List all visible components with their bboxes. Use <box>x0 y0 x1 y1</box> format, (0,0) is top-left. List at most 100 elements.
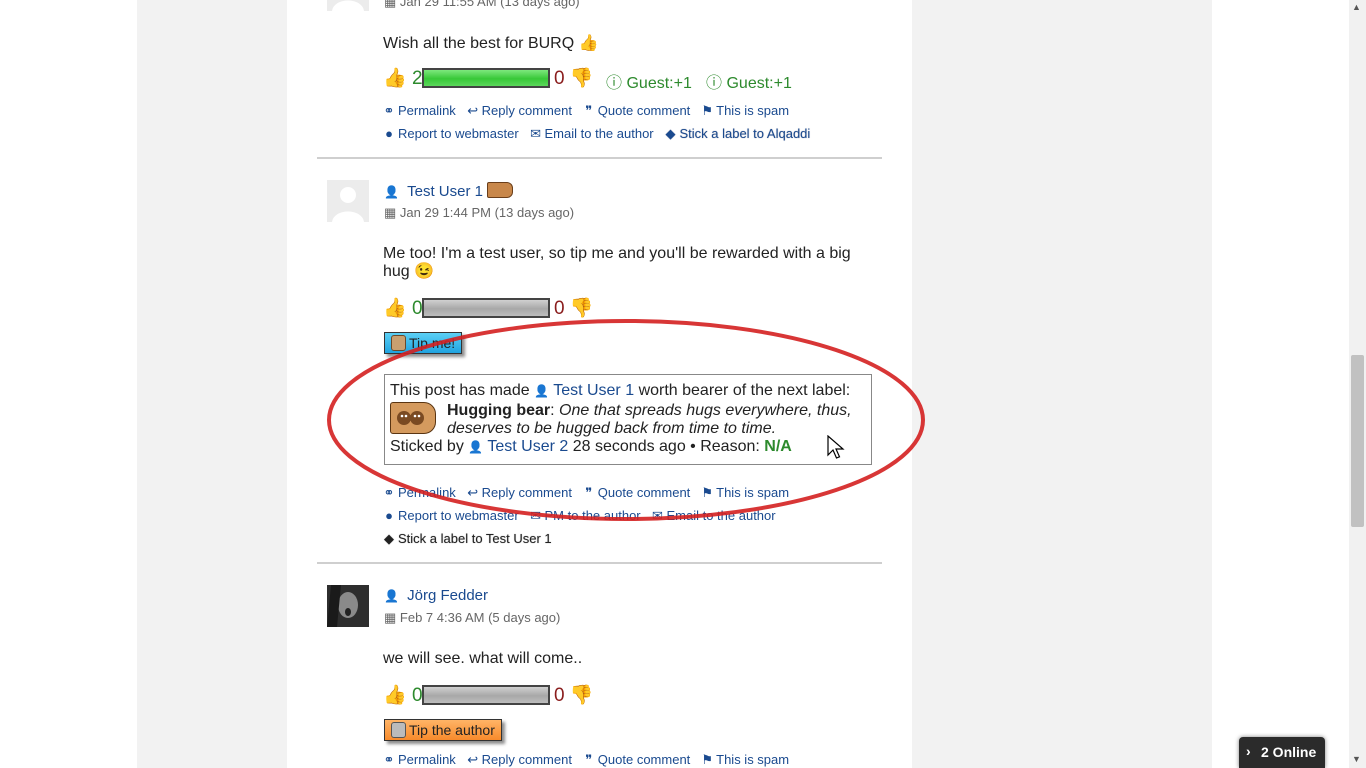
author-link[interactable]: Jörg Fedder <box>407 587 488 604</box>
online-count: 2 Online <box>1261 744 1317 760</box>
thumbs-down-icon: 👎 <box>569 685 594 706</box>
coin-icon <box>391 722 406 738</box>
scroll-up-arrow-icon[interactable]: ▲ <box>1352 2 1361 12</box>
scroll-down-arrow-icon[interactable]: ▼ <box>1352 754 1361 764</box>
like-button[interactable]: 👍 2 <box>383 66 423 90</box>
vote-ratio-bar <box>422 298 550 318</box>
reply-comment-link[interactable]: ↩ Reply comment <box>467 103 572 118</box>
comment-body: we will see. what will come.. <box>383 650 583 667</box>
dislike-button[interactable]: 0 👎 <box>554 296 594 320</box>
calendar-icon: ▦ <box>384 610 397 625</box>
quote-icon: ❞ <box>585 752 593 767</box>
report-spam-link[interactable]: ⚑ This is spam <box>701 485 789 500</box>
stick-label-link[interactable]: ◆ Stick a label to Test User 1 <box>383 531 552 547</box>
label-sticked-by: Sticked by 👤 Test User 2 28 seconds ago … <box>390 438 792 455</box>
thumbs-up-emoji-icon: 👍 <box>578 35 599 52</box>
tip-me-button[interactable]: Tip me! <box>384 332 463 354</box>
comment-date: ▦ Jan 29 1:44 PM (13 days ago) <box>384 205 575 220</box>
question-circle-icon: ⓘ <box>706 75 723 92</box>
comment-body: Wish all the best for BURQ 👍 <box>383 35 599 52</box>
guest-vote: ⓘ Guest:+1 <box>606 75 692 92</box>
reply-icon: ↩ <box>467 103 479 118</box>
permalink-link[interactable]: ⚭ Permalink <box>383 485 456 500</box>
link-icon: ⚭ <box>383 752 395 767</box>
quote-icon: ❞ <box>585 103 593 118</box>
reply-icon: ↩ <box>467 752 479 767</box>
calendar-icon: ▦ <box>384 0 397 9</box>
user-icon: 👤 <box>468 440 484 454</box>
quote-comment-link[interactable]: ❞ Quote comment <box>583 103 690 118</box>
thumbs-up-icon: 👍 <box>383 298 407 319</box>
reason-value: N/A <box>764 438 792 455</box>
email-author-link[interactable]: ✉ Email to the author <box>530 126 654 141</box>
flag-icon: ⚑ <box>701 752 713 767</box>
comment-divider <box>317 157 882 159</box>
comment-author: 👤 Test User 1 <box>384 182 514 200</box>
report-webmaster-link[interactable]: ● Report to webmaster <box>383 126 519 141</box>
permalink-link[interactable]: ⚭ Permalink <box>383 752 456 767</box>
quote-icon: ❞ <box>585 485 593 500</box>
thumbs-up-icon: 👍 <box>383 68 407 89</box>
hugging-bear-badge-icon <box>487 182 514 198</box>
user-icon: 👤 <box>384 185 399 199</box>
guest-vote: ⓘ Guest:+1 <box>706 75 792 92</box>
avatar[interactable] <box>327 585 369 627</box>
comment-actions: ⚭ Permalink ↩ Reply comment ❞ Quote comment… <box>383 103 790 119</box>
comment-actions-secondary: ● Report to webmaster ✉ PM to the author ✉… <box>383 508 776 524</box>
link-icon: ⚭ <box>383 485 395 500</box>
link-icon: ⚭ <box>383 103 395 118</box>
hugging-bear-label-icon <box>390 402 436 434</box>
wink-emoji-icon: 😉 <box>414 263 435 280</box>
reply-comment-link[interactable]: ↩ Reply comment <box>467 752 572 767</box>
chevron-right-icon: › <box>1246 743 1251 759</box>
reply-comment-link[interactable]: ↩ Reply comment <box>467 485 572 500</box>
envelope-open-icon: ✉ <box>530 508 541 523</box>
thumbs-down-icon: 👎 <box>569 68 594 89</box>
quote-comment-link[interactable]: ❞ Quote comment <box>583 752 690 767</box>
reply-icon: ↩ <box>467 485 479 500</box>
permalink-link[interactable]: ⚭ Permalink <box>383 103 456 118</box>
label-notice: This post has made 👤 Test User 1 worth b… <box>384 374 872 465</box>
dislike-button[interactable]: 0 👎 <box>554 66 594 90</box>
calendar-icon: ▦ <box>384 205 397 220</box>
labelled-user-link[interactable]: Test User 1 <box>553 382 634 399</box>
label-description: Hugging bear: One that spreads hugs ever… <box>447 402 852 437</box>
flag-icon: ⚑ <box>701 485 713 500</box>
label-name: Hugging bear <box>447 402 551 419</box>
online-users-widget[interactable]: › 2 Online <box>1239 737 1325 768</box>
dislike-button[interactable]: 0 👎 <box>554 683 594 707</box>
stick-label-link[interactable]: ◆ Stick a label to Alqaddi <box>664 126 810 141</box>
author-link[interactable]: Test User 1 <box>407 183 483 200</box>
report-webmaster-link[interactable]: ● Report to webmaster <box>383 508 519 523</box>
thumbs-down-icon: 👎 <box>569 298 594 319</box>
tip-author-button[interactable]: Tip the author <box>384 719 502 741</box>
info-circle-icon: ● <box>385 508 393 523</box>
flag-icon: ⚑ <box>701 103 713 118</box>
comment-date: ▦ Jan 29 11:55 AM (13 days ago) <box>384 0 580 10</box>
tag-icon: ◆ <box>384 531 394 546</box>
vote-ratio-bar <box>422 685 550 705</box>
email-author-link[interactable]: ✉ Email to the author <box>651 508 776 523</box>
report-spam-link[interactable]: ⚑ This is spam <box>701 752 789 767</box>
mouse-cursor-icon <box>827 435 845 459</box>
sticker-user-link[interactable]: Test User 2 <box>487 438 568 455</box>
avatar[interactable] <box>327 0 369 11</box>
pm-author-link[interactable]: ✉ PM to the author <box>530 508 641 523</box>
quote-comment-link[interactable]: ❞ Quote comment <box>583 485 690 500</box>
label-notice-intro: This post has made 👤 Test User 1 worth b… <box>390 382 851 399</box>
info-circle-icon: ● <box>385 126 393 141</box>
comment-actions: ⚭ Permalink ↩ Reply comment ❞ Quote comment… <box>383 752 790 768</box>
comment-divider <box>317 562 882 564</box>
tag-icon: ◆ <box>665 126 676 141</box>
thumbs-up-icon: 👍 <box>383 685 407 706</box>
like-button[interactable]: 👍 0 <box>383 296 423 320</box>
scrollbar-thumb[interactable] <box>1351 355 1364 527</box>
coin-icon <box>391 335 406 351</box>
question-circle-icon: ⓘ <box>606 75 623 92</box>
report-spam-link[interactable]: ⚑ This is spam <box>701 103 789 118</box>
user-icon: 👤 <box>384 589 399 603</box>
avatar[interactable] <box>327 180 369 222</box>
comment-date: ▦ Feb 7 4:36 AM (5 days ago) <box>384 610 561 625</box>
comment-actions: ⚭ Permalink ↩ Reply comment ❞ Quote comment… <box>383 485 790 501</box>
like-button[interactable]: 👍 0 <box>383 683 423 707</box>
